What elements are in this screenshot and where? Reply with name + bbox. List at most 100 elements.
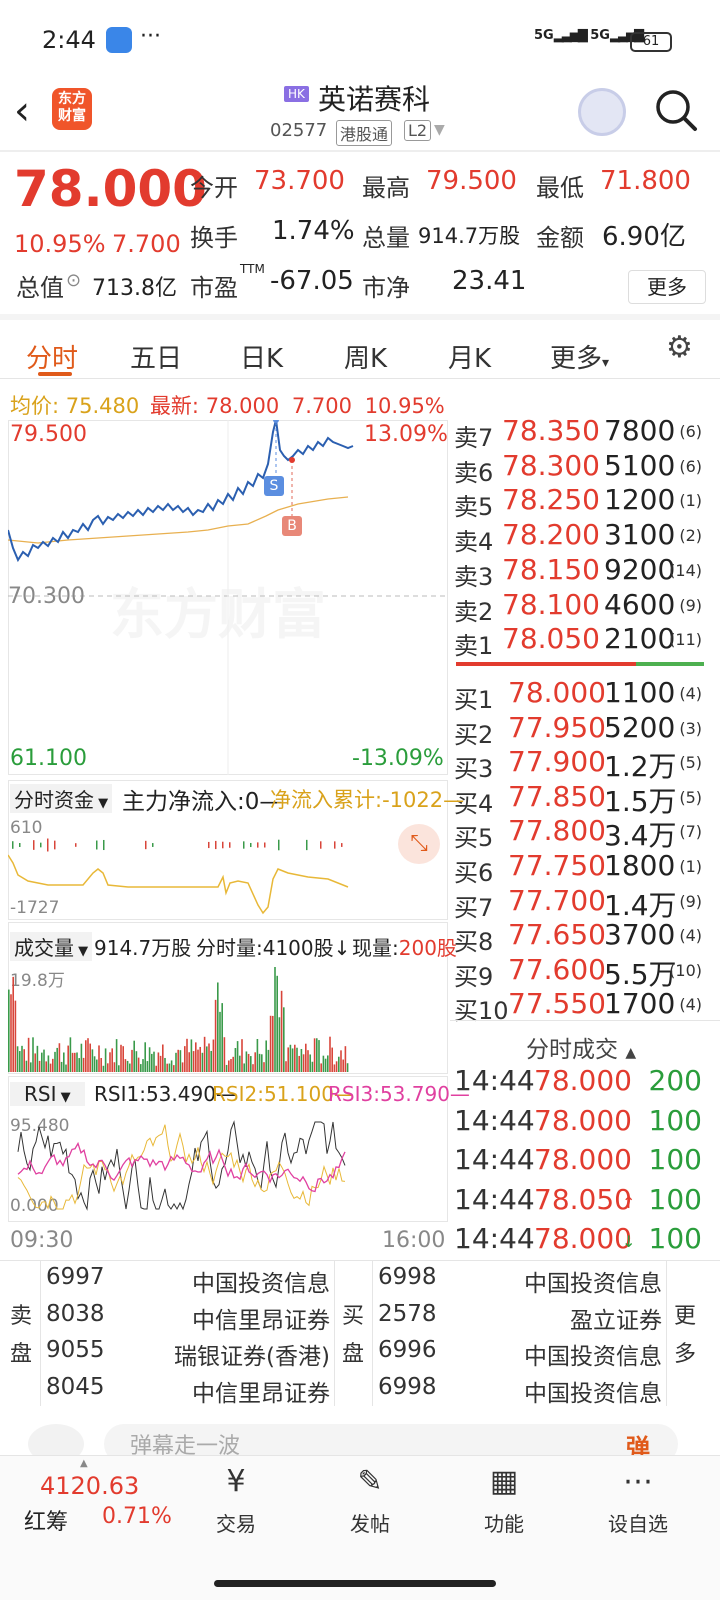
volume-bar bbox=[221, 1003, 223, 1072]
avg-label: 均价: bbox=[10, 394, 60, 418]
home-indicator[interactable] bbox=[214, 1580, 496, 1587]
bid-row[interactable]: 买10 77.550 1700 (4) bbox=[450, 987, 720, 1025]
back-icon[interactable]: ‹ bbox=[14, 88, 30, 134]
buy-broker-id[interactable]: 6996 bbox=[378, 1337, 437, 1363]
trade-direction-icon: ↑ bbox=[622, 1192, 636, 1212]
sell-marker[interactable]: S bbox=[264, 476, 284, 496]
bid-row[interactable]: 买8 77.650 3700 (4) bbox=[450, 918, 720, 956]
gear-icon[interactable]: ⚙ bbox=[666, 330, 693, 365]
ask-row[interactable]: 卖2 78.100 4600 (9) bbox=[450, 588, 720, 626]
volume-bar bbox=[269, 1015, 272, 1072]
volume-bar bbox=[102, 1065, 105, 1072]
more-button[interactable]: 更多 bbox=[628, 270, 706, 304]
fund-selector[interactable]: 分时资金 ▼ bbox=[10, 784, 113, 813]
bid-row[interactable]: 买4 77.850 1.5万 (5) bbox=[450, 780, 720, 818]
nav-trade[interactable]: 交易 bbox=[196, 1508, 276, 1537]
index-pct[interactable]: 0.71% bbox=[102, 1504, 172, 1529]
index-expand-icon[interactable]: ▲ bbox=[80, 1458, 88, 1469]
volume-bar bbox=[71, 1052, 74, 1072]
buy-broker-id[interactable]: 6998 bbox=[378, 1374, 437, 1400]
bid-row[interactable]: 买6 77.750 1800 (1) bbox=[450, 849, 720, 887]
ask-row[interactable]: 卖5 78.250 1200 (1) bbox=[450, 483, 720, 521]
volume-bar bbox=[223, 1037, 226, 1072]
function-icon[interactable]: ▦ bbox=[464, 1464, 544, 1499]
watchlist-icon[interactable]: ⋯ bbox=[598, 1464, 678, 1499]
expand-icon[interactable]: ⤡ bbox=[398, 824, 440, 864]
bid-volume: 1700 bbox=[604, 987, 676, 1021]
amount-label: 金额 bbox=[536, 224, 584, 252]
sell-broker-id[interactable]: 9055 bbox=[46, 1337, 105, 1363]
ask-count: (14) bbox=[669, 560, 702, 580]
buy-marker[interactable]: B bbox=[282, 516, 302, 536]
tab-weekly-k[interactable]: 周K bbox=[344, 338, 387, 375]
tab-five-day[interactable]: 五日 bbox=[130, 338, 182, 375]
tab-more[interactable]: 更多▾ bbox=[550, 338, 609, 375]
tab-monthly-k[interactable]: 月K bbox=[448, 338, 491, 375]
volume-bar bbox=[327, 1055, 329, 1072]
search-icon[interactable] bbox=[654, 88, 698, 132]
sell-broker-id[interactable]: 8038 bbox=[46, 1301, 105, 1327]
nav-function[interactable]: 功能 bbox=[464, 1508, 544, 1537]
bid-row[interactable]: 买9 77.600 5.5万 (10) bbox=[450, 953, 720, 991]
app-logo[interactable]: 东方财富 bbox=[52, 88, 92, 130]
index-value[interactable]: 4120.63 bbox=[40, 1472, 139, 1500]
volume-bar bbox=[285, 1061, 287, 1072]
nav-add-watchlist[interactable]: 设自选 bbox=[598, 1508, 678, 1537]
ask-row[interactable]: 卖4 78.200 3100 (2) bbox=[450, 518, 720, 556]
bid-row[interactable]: 买1 78.000 1100 (4) bbox=[450, 676, 720, 714]
volume-bar bbox=[232, 1056, 234, 1072]
level2-tag[interactable]: L2 bbox=[404, 120, 432, 141]
post-icon[interactable]: ✎ bbox=[330, 1464, 410, 1499]
trade-volume: 100 bbox=[648, 1182, 702, 1216]
tab-intraday[interactable]: 分时 bbox=[26, 338, 78, 375]
volume-bar bbox=[32, 1037, 34, 1072]
ask-row[interactable]: 卖1 78.050 2100 (11) bbox=[450, 622, 720, 660]
buy-broker-id[interactable]: 6998 bbox=[378, 1264, 437, 1290]
sell-broker-name[interactable]: 中信里昂证券 bbox=[146, 1301, 330, 1335]
trade-icon[interactable]: ¥ bbox=[196, 1464, 276, 1499]
ask-row[interactable]: 卖3 78.150 9200 (14) bbox=[450, 553, 720, 591]
assistant-robot-icon[interactable] bbox=[578, 88, 626, 136]
dropdown-icon[interactable]: ▼ bbox=[434, 122, 445, 138]
stock-code: 02577 bbox=[270, 120, 328, 141]
latest-value: 78.000 bbox=[205, 394, 280, 418]
buy-broker-name[interactable]: 中国投资信息 bbox=[478, 1264, 662, 1298]
volume-bar bbox=[65, 1064, 67, 1072]
ask-row[interactable]: 卖7 78.350 7800 (6) bbox=[450, 414, 720, 452]
volume-bar bbox=[58, 1043, 61, 1072]
sell-broker-name[interactable]: 瑞银证券(香港) bbox=[146, 1337, 330, 1371]
volume-bar bbox=[89, 1043, 91, 1072]
trade-row: 14:44 78.000 100 bbox=[450, 1104, 720, 1142]
ask-row[interactable]: 卖6 78.300 5100 (6) bbox=[450, 449, 720, 487]
bid-row[interactable]: 买5 77.800 3.4万 (7) bbox=[450, 814, 720, 852]
sell-broker-id[interactable]: 8045 bbox=[46, 1374, 105, 1400]
sell-side-label: 卖盘 bbox=[10, 1304, 33, 1367]
broker-more-button[interactable]: 更多 bbox=[674, 1298, 698, 1374]
volume-bar bbox=[164, 1057, 166, 1072]
rsi-selector[interactable]: RSI ▼ bbox=[10, 1082, 85, 1106]
buy-broker-name[interactable]: 中国投资信息 bbox=[478, 1337, 662, 1371]
trades-title[interactable]: 分时成交 ▲ bbox=[526, 1030, 636, 1064]
fund-flow-bar bbox=[320, 841, 322, 849]
info-icon[interactable]: ⊙ bbox=[66, 270, 81, 291]
ask-volume: 7800 bbox=[604, 414, 676, 447]
buy-broker-name[interactable]: 中国投资信息 bbox=[478, 1374, 662, 1408]
trade-volume: 200 bbox=[648, 1064, 702, 1097]
tab-daily-k[interactable]: 日K bbox=[240, 338, 283, 375]
index-name[interactable]: 红筹 bbox=[24, 1504, 68, 1536]
volume-bar bbox=[113, 1062, 116, 1072]
fund-flow-bar bbox=[306, 839, 308, 851]
bid-row[interactable]: 买7 77.700 1.4万 (9) bbox=[450, 884, 720, 922]
buy-broker-id[interactable]: 2578 bbox=[378, 1301, 437, 1327]
volume-bar bbox=[157, 1052, 160, 1072]
trade-volume: 100 bbox=[648, 1222, 702, 1255]
volume-selector[interactable]: 成交量 ▼ bbox=[10, 932, 93, 961]
nav-post[interactable]: 发帖 bbox=[330, 1508, 410, 1537]
bid-row[interactable]: 买3 77.900 1.2万 (5) bbox=[450, 745, 720, 783]
sell-broker-name[interactable]: 中信里昂证券 bbox=[146, 1374, 330, 1408]
sell-broker-name[interactable]: 中国投资信息 bbox=[146, 1264, 330, 1298]
bid-row[interactable]: 买2 77.950 5200 (3) bbox=[450, 711, 720, 749]
bid-price: 77.650 bbox=[508, 918, 606, 952]
buy-broker-name[interactable]: 盈立证券 bbox=[478, 1301, 662, 1335]
sell-broker-id[interactable]: 6997 bbox=[46, 1264, 105, 1290]
